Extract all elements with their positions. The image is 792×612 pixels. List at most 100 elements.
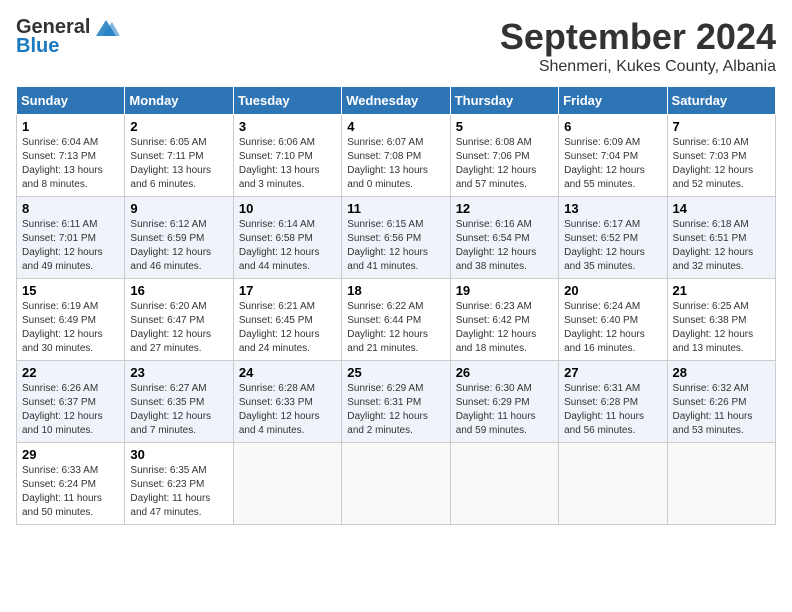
table-row bbox=[342, 443, 450, 525]
day-number: 30 bbox=[130, 447, 227, 462]
day-number: 26 bbox=[456, 365, 553, 380]
day-number: 8 bbox=[22, 201, 119, 216]
day-detail: Sunrise: 6:04 AM Sunset: 7:13 PM Dayligh… bbox=[22, 136, 119, 192]
table-row bbox=[559, 443, 667, 525]
day-detail: Sunrise: 6:17 AM Sunset: 6:52 PM Dayligh… bbox=[564, 218, 661, 274]
table-row: 20 Sunrise: 6:24 AM Sunset: 6:40 PM Dayl… bbox=[559, 279, 667, 361]
table-row: 21 Sunrise: 6:25 AM Sunset: 6:38 PM Dayl… bbox=[667, 279, 775, 361]
table-row: 22 Sunrise: 6:26 AM Sunset: 6:37 PM Dayl… bbox=[17, 361, 125, 443]
table-row: 9 Sunrise: 6:12 AM Sunset: 6:59 PM Dayli… bbox=[125, 197, 233, 279]
calendar-table: Sunday Monday Tuesday Wednesday Thursday… bbox=[16, 86, 776, 525]
day-detail: Sunrise: 6:28 AM Sunset: 6:33 PM Dayligh… bbox=[239, 382, 336, 438]
day-number: 20 bbox=[564, 283, 661, 298]
days-header-row: Sunday Monday Tuesday Wednesday Thursday… bbox=[17, 87, 776, 115]
day-number: 3 bbox=[239, 119, 336, 134]
logo: General Blue bbox=[16, 16, 120, 58]
day-detail: Sunrise: 6:32 AM Sunset: 6:26 PM Dayligh… bbox=[673, 382, 770, 438]
table-row: 11 Sunrise: 6:15 AM Sunset: 6:56 PM Dayl… bbox=[342, 197, 450, 279]
day-number: 2 bbox=[130, 119, 227, 134]
table-row: 3 Sunrise: 6:06 AM Sunset: 7:10 PM Dayli… bbox=[233, 115, 341, 197]
day-detail: Sunrise: 6:31 AM Sunset: 6:28 PM Dayligh… bbox=[564, 382, 661, 438]
table-row bbox=[450, 443, 558, 525]
day-detail: Sunrise: 6:22 AM Sunset: 6:44 PM Dayligh… bbox=[347, 300, 444, 356]
table-row bbox=[667, 443, 775, 525]
day-detail: Sunrise: 6:20 AM Sunset: 6:47 PM Dayligh… bbox=[130, 300, 227, 356]
day-number: 16 bbox=[130, 283, 227, 298]
day-number: 28 bbox=[673, 365, 770, 380]
page-header: General Blue September 2024 Shenmeri, Ku… bbox=[16, 16, 776, 76]
table-row: 1 Sunrise: 6:04 AM Sunset: 7:13 PM Dayli… bbox=[17, 115, 125, 197]
table-row bbox=[233, 443, 341, 525]
day-detail: Sunrise: 6:11 AM Sunset: 7:01 PM Dayligh… bbox=[22, 218, 119, 274]
header-sunday: Sunday bbox=[17, 87, 125, 115]
day-number: 1 bbox=[22, 119, 119, 134]
day-number: 19 bbox=[456, 283, 553, 298]
table-row: 12 Sunrise: 6:16 AM Sunset: 6:54 PM Dayl… bbox=[450, 197, 558, 279]
month-title: September 2024 bbox=[500, 16, 776, 58]
day-detail: Sunrise: 6:26 AM Sunset: 6:37 PM Dayligh… bbox=[22, 382, 119, 438]
header-friday: Friday bbox=[559, 87, 667, 115]
day-detail: Sunrise: 6:16 AM Sunset: 6:54 PM Dayligh… bbox=[456, 218, 553, 274]
day-detail: Sunrise: 6:25 AM Sunset: 6:38 PM Dayligh… bbox=[673, 300, 770, 356]
header-tuesday: Tuesday bbox=[233, 87, 341, 115]
day-number: 6 bbox=[564, 119, 661, 134]
table-row: 29 Sunrise: 6:33 AM Sunset: 6:24 PM Dayl… bbox=[17, 443, 125, 525]
table-row: 15 Sunrise: 6:19 AM Sunset: 6:49 PM Dayl… bbox=[17, 279, 125, 361]
day-detail: Sunrise: 6:23 AM Sunset: 6:42 PM Dayligh… bbox=[456, 300, 553, 356]
header-monday: Monday bbox=[125, 87, 233, 115]
day-number: 21 bbox=[673, 283, 770, 298]
day-number: 18 bbox=[347, 283, 444, 298]
table-row: 6 Sunrise: 6:09 AM Sunset: 7:04 PM Dayli… bbox=[559, 115, 667, 197]
day-detail: Sunrise: 6:35 AM Sunset: 6:23 PM Dayligh… bbox=[130, 464, 227, 520]
day-number: 23 bbox=[130, 365, 227, 380]
logo-icon bbox=[92, 18, 120, 38]
day-number: 5 bbox=[456, 119, 553, 134]
table-row: 14 Sunrise: 6:18 AM Sunset: 6:51 PM Dayl… bbox=[667, 197, 775, 279]
day-detail: Sunrise: 6:18 AM Sunset: 6:51 PM Dayligh… bbox=[673, 218, 770, 274]
day-number: 15 bbox=[22, 283, 119, 298]
location-title: Shenmeri, Kukes County, Albania bbox=[500, 58, 776, 76]
day-number: 4 bbox=[347, 119, 444, 134]
table-row: 25 Sunrise: 6:29 AM Sunset: 6:31 PM Dayl… bbox=[342, 361, 450, 443]
day-number: 11 bbox=[347, 201, 444, 216]
table-row: 19 Sunrise: 6:23 AM Sunset: 6:42 PM Dayl… bbox=[450, 279, 558, 361]
logo-blue-text: Blue bbox=[16, 35, 59, 58]
header-saturday: Saturday bbox=[667, 87, 775, 115]
day-detail: Sunrise: 6:29 AM Sunset: 6:31 PM Dayligh… bbox=[347, 382, 444, 438]
day-detail: Sunrise: 6:07 AM Sunset: 7:08 PM Dayligh… bbox=[347, 136, 444, 192]
day-number: 13 bbox=[564, 201, 661, 216]
table-row: 30 Sunrise: 6:35 AM Sunset: 6:23 PM Dayl… bbox=[125, 443, 233, 525]
table-row: 5 Sunrise: 6:08 AM Sunset: 7:06 PM Dayli… bbox=[450, 115, 558, 197]
day-detail: Sunrise: 6:15 AM Sunset: 6:56 PM Dayligh… bbox=[347, 218, 444, 274]
table-row: 23 Sunrise: 6:27 AM Sunset: 6:35 PM Dayl… bbox=[125, 361, 233, 443]
header-thursday: Thursday bbox=[450, 87, 558, 115]
table-row: 7 Sunrise: 6:10 AM Sunset: 7:03 PM Dayli… bbox=[667, 115, 775, 197]
table-row: 17 Sunrise: 6:21 AM Sunset: 6:45 PM Dayl… bbox=[233, 279, 341, 361]
day-detail: Sunrise: 6:30 AM Sunset: 6:29 PM Dayligh… bbox=[456, 382, 553, 438]
table-row: 26 Sunrise: 6:30 AM Sunset: 6:29 PM Dayl… bbox=[450, 361, 558, 443]
day-detail: Sunrise: 6:09 AM Sunset: 7:04 PM Dayligh… bbox=[564, 136, 661, 192]
table-row: 10 Sunrise: 6:14 AM Sunset: 6:58 PM Dayl… bbox=[233, 197, 341, 279]
table-row: 8 Sunrise: 6:11 AM Sunset: 7:01 PM Dayli… bbox=[17, 197, 125, 279]
day-detail: Sunrise: 6:24 AM Sunset: 6:40 PM Dayligh… bbox=[564, 300, 661, 356]
day-detail: Sunrise: 6:10 AM Sunset: 7:03 PM Dayligh… bbox=[673, 136, 770, 192]
day-detail: Sunrise: 6:12 AM Sunset: 6:59 PM Dayligh… bbox=[130, 218, 227, 274]
day-detail: Sunrise: 6:21 AM Sunset: 6:45 PM Dayligh… bbox=[239, 300, 336, 356]
day-detail: Sunrise: 6:33 AM Sunset: 6:24 PM Dayligh… bbox=[22, 464, 119, 520]
header-wednesday: Wednesday bbox=[342, 87, 450, 115]
table-row: 13 Sunrise: 6:17 AM Sunset: 6:52 PM Dayl… bbox=[559, 197, 667, 279]
calendar-title-area: September 2024 Shenmeri, Kukes County, A… bbox=[500, 16, 776, 76]
day-detail: Sunrise: 6:27 AM Sunset: 6:35 PM Dayligh… bbox=[130, 382, 227, 438]
day-detail: Sunrise: 6:06 AM Sunset: 7:10 PM Dayligh… bbox=[239, 136, 336, 192]
table-row: 2 Sunrise: 6:05 AM Sunset: 7:11 PM Dayli… bbox=[125, 115, 233, 197]
day-number: 25 bbox=[347, 365, 444, 380]
table-row: 28 Sunrise: 6:32 AM Sunset: 6:26 PM Dayl… bbox=[667, 361, 775, 443]
day-number: 7 bbox=[673, 119, 770, 134]
day-detail: Sunrise: 6:14 AM Sunset: 6:58 PM Dayligh… bbox=[239, 218, 336, 274]
day-number: 12 bbox=[456, 201, 553, 216]
day-number: 10 bbox=[239, 201, 336, 216]
table-row: 24 Sunrise: 6:28 AM Sunset: 6:33 PM Dayl… bbox=[233, 361, 341, 443]
table-row: 16 Sunrise: 6:20 AM Sunset: 6:47 PM Dayl… bbox=[125, 279, 233, 361]
day-number: 17 bbox=[239, 283, 336, 298]
table-row: 18 Sunrise: 6:22 AM Sunset: 6:44 PM Dayl… bbox=[342, 279, 450, 361]
